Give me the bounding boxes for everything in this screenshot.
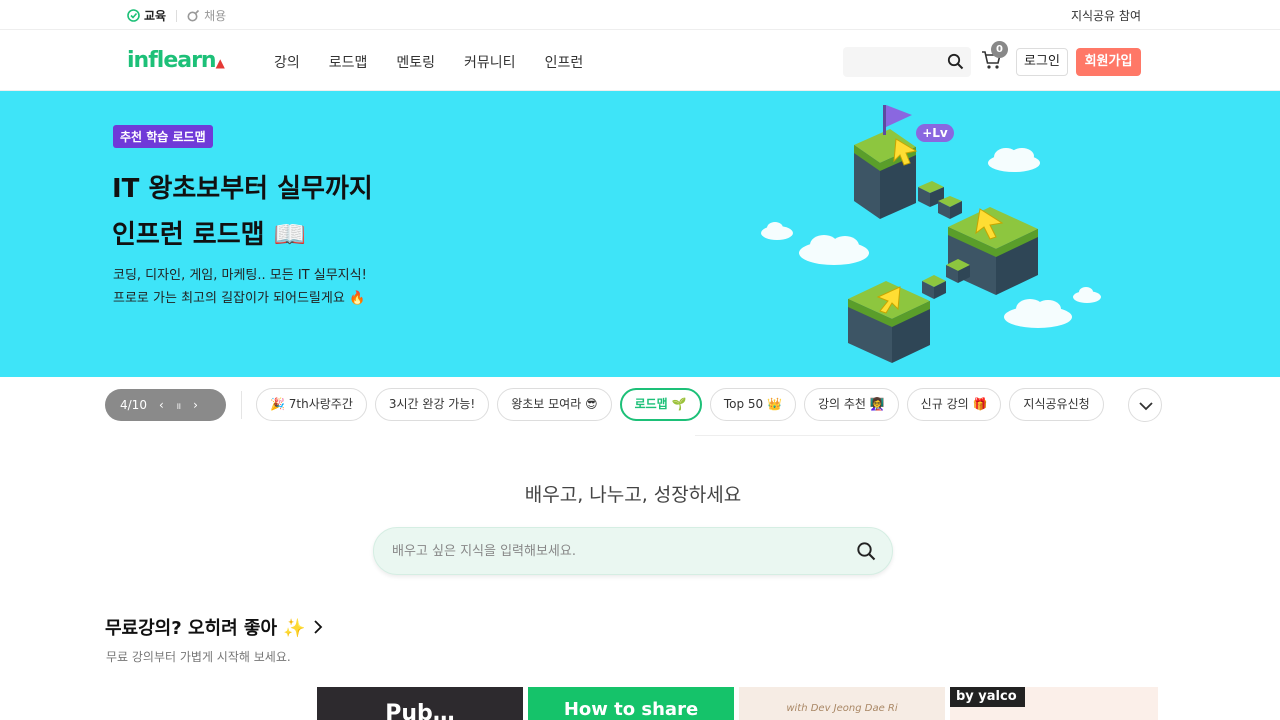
nav-item-roadmap[interactable]: 로드맵	[329, 52, 368, 72]
main-search-bar[interactable]	[373, 527, 893, 575]
hero-banner[interactable]: 추천 학습 로드맵 IT 왕초보부터 실무까지 인프런 로드맵 📖 코딩, 디자…	[0, 91, 1280, 377]
carousel-next-button[interactable]: ›	[193, 398, 198, 412]
course-card[interactable]: How to share	[528, 687, 734, 720]
knowledge-share-link[interactable]: 지식공유 참여	[1071, 7, 1141, 24]
nav-item-inflearn[interactable]: 인프런	[545, 52, 584, 72]
inflearn-logo[interactable]: inflearn▲	[127, 48, 225, 73]
course-card-thumbnail-text: with Dev Jeong Dae Ri	[786, 703, 898, 714]
carousel-pager: 4/10 ‹ ॥ ›	[105, 389, 226, 421]
service-switch: 교육 채용	[127, 7, 226, 24]
category-pill-row: 4/10 ‹ ॥ › 🎉 7th사랑주간 3시간 완강 가능! 왕초보 모여라 …	[0, 388, 1280, 436]
pill-top50[interactable]: Top 50 👑	[709, 388, 796, 421]
pill-beginner[interactable]: 왕초보 모여라 😎	[497, 388, 612, 421]
tab-jobs-label: 채용	[204, 9, 227, 23]
nav-item-mentoring[interactable]: 멘토링	[396, 52, 435, 72]
login-button[interactable]: 로그인	[1016, 48, 1068, 76]
course-card-list: Pub… How to share with Dev Jeong Dae Ri …	[317, 687, 1158, 720]
search-icon[interactable]	[856, 541, 876, 561]
pill-instructor-apply[interactable]: 지식공유신청	[1009, 388, 1104, 421]
divider	[695, 435, 880, 436]
course-card[interactable]: Pub…	[317, 687, 523, 720]
course-card-thumbnail-text: How to share	[563, 699, 699, 720]
header-search-input[interactable]	[843, 47, 971, 77]
main-search-input[interactable]	[392, 540, 832, 562]
category-pills: 🎉 7th사랑주간 3시간 완강 가능! 왕초보 모여라 😎 로드맵 🌱 Top…	[256, 388, 1112, 422]
section-title-text: 무료강의? 오히려 좋아 ✨	[105, 618, 306, 639]
signup-button[interactable]: 회원가입	[1076, 48, 1141, 76]
main-header: inflearn▲ 강의 로드맵 멘토링 커뮤니티 인프런 0 로그인 회원가입	[0, 31, 1280, 91]
divider	[176, 9, 178, 22]
course-card-thumbnail-text: Pub…	[385, 701, 455, 720]
divider	[241, 391, 242, 419]
top-strip: 교육 채용 지식공유 참여	[0, 0, 1280, 30]
carousel-pause-button[interactable]: ॥	[176, 399, 181, 412]
tab-education-label: 교육	[144, 9, 167, 23]
tab-education[interactable]: 교육	[127, 7, 166, 24]
pill-roadmap[interactable]: 로드맵 🌱	[619, 388, 702, 421]
expand-pills-button[interactable]	[1128, 388, 1162, 422]
santa-hat-icon: ▲	[215, 56, 225, 70]
course-card-brand: by yalco	[950, 687, 1025, 707]
hero-title-line1: IT 왕초보부터 실무까지	[112, 174, 373, 204]
level-up-label: +Lv	[922, 126, 948, 140]
hero-title-line2: 인프런 로드맵 📖	[112, 220, 306, 250]
chevron-right-icon	[314, 620, 322, 634]
hero-sub-line2: 프로로 가는 최고의 길잡이가 되어드릴게요 🔥	[113, 291, 366, 306]
roadmap-islands-illustration: +Lv	[761, 105, 1101, 363]
cart-button[interactable]: 0	[981, 41, 1008, 73]
logo-text: inflearn	[127, 48, 217, 73]
chevron-down-icon	[1139, 402, 1153, 411]
section-title[interactable]: 무료강의? 오히려 좋아 ✨	[105, 614, 324, 640]
hero-sub-line1: 코딩, 디자인, 게임, 마케팅.. 모든 IT 실무지식!	[113, 268, 367, 283]
tab-jobs[interactable]: 채용	[187, 7, 226, 24]
hero-title: IT 왕초보부터 실무까지 인프런 로드맵 📖	[112, 166, 373, 258]
nav-item-community[interactable]: 커뮤니티	[464, 52, 516, 72]
nav-item-courses[interactable]: 강의	[274, 52, 300, 72]
carousel-prev-button[interactable]: ‹	[159, 398, 164, 412]
main-tagline: 배우고, 나누고, 성장하세요	[524, 484, 742, 506]
pill-love-week[interactable]: 🎉 7th사랑주간	[256, 388, 367, 421]
pill-3hour[interactable]: 3시간 완강 가능!	[374, 388, 490, 421]
education-icon	[127, 9, 140, 22]
search-icon[interactable]	[947, 53, 964, 70]
hero-badge: 추천 학습 로드맵	[113, 125, 213, 148]
main-nav: 강의 로드맵 멘토링 커뮤니티 인프런	[274, 52, 583, 72]
pill-recommend[interactable]: 강의 추천 👩‍🏫	[803, 388, 899, 421]
course-card[interactable]: by yalco	[950, 687, 1158, 720]
course-card[interactable]: with Dev Jeong Dae Ri	[739, 687, 945, 720]
section-subtitle: 무료 강의부터 가볍게 시작해 보세요.	[106, 650, 291, 664]
carousel-position: 4/10	[120, 398, 147, 412]
hero-subtitle: 코딩, 디자인, 게임, 마케팅.. 모든 IT 실무지식! 프로로 가는 최고…	[113, 264, 367, 310]
pill-new-course[interactable]: 신규 강의 🎁	[906, 388, 1002, 421]
jobs-icon	[187, 9, 200, 22]
cart-count-badge: 0	[991, 41, 1008, 58]
